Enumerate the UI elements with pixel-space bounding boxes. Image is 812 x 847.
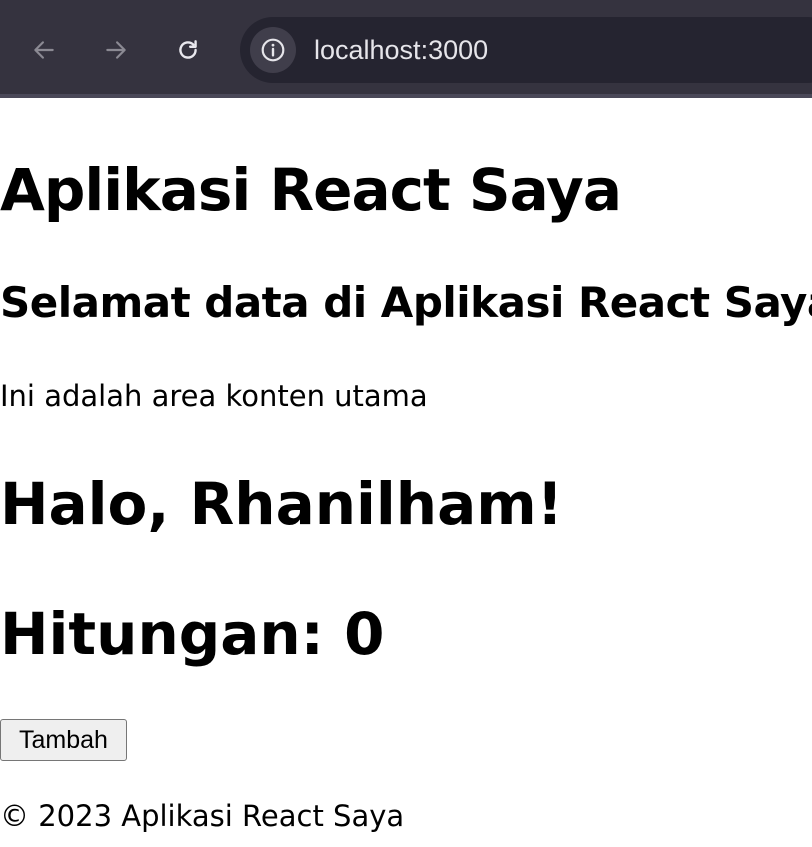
- forward-arrow-icon: [106, 41, 126, 59]
- forward-button[interactable]: [94, 28, 138, 72]
- counter-heading: Hitungan: 0: [0, 600, 385, 668]
- greeting-heading: Halo, Rhanilham!: [0, 470, 564, 538]
- address-bar[interactable]: localhost:3000: [240, 17, 812, 83]
- back-arrow-icon: [34, 41, 54, 59]
- reload-button[interactable]: [166, 28, 210, 72]
- welcome-heading: Selamat data di Aplikasi React Saya: [0, 278, 812, 327]
- url-text[interactable]: localhost:3000: [314, 35, 488, 66]
- site-info-button[interactable]: [250, 27, 296, 73]
- reload-icon: [179, 40, 197, 59]
- back-button[interactable]: [22, 28, 66, 72]
- footer-text: © 2023 Aplikasi React Saya: [0, 799, 405, 833]
- content-text: Ini adalah area konten utama: [0, 379, 428, 413]
- add-button[interactable]: Tambah: [0, 719, 127, 761]
- browser-toolbar: localhost:3000: [0, 0, 812, 98]
- page-title: Aplikasi React Saya: [0, 156, 622, 224]
- info-icon: [261, 38, 285, 62]
